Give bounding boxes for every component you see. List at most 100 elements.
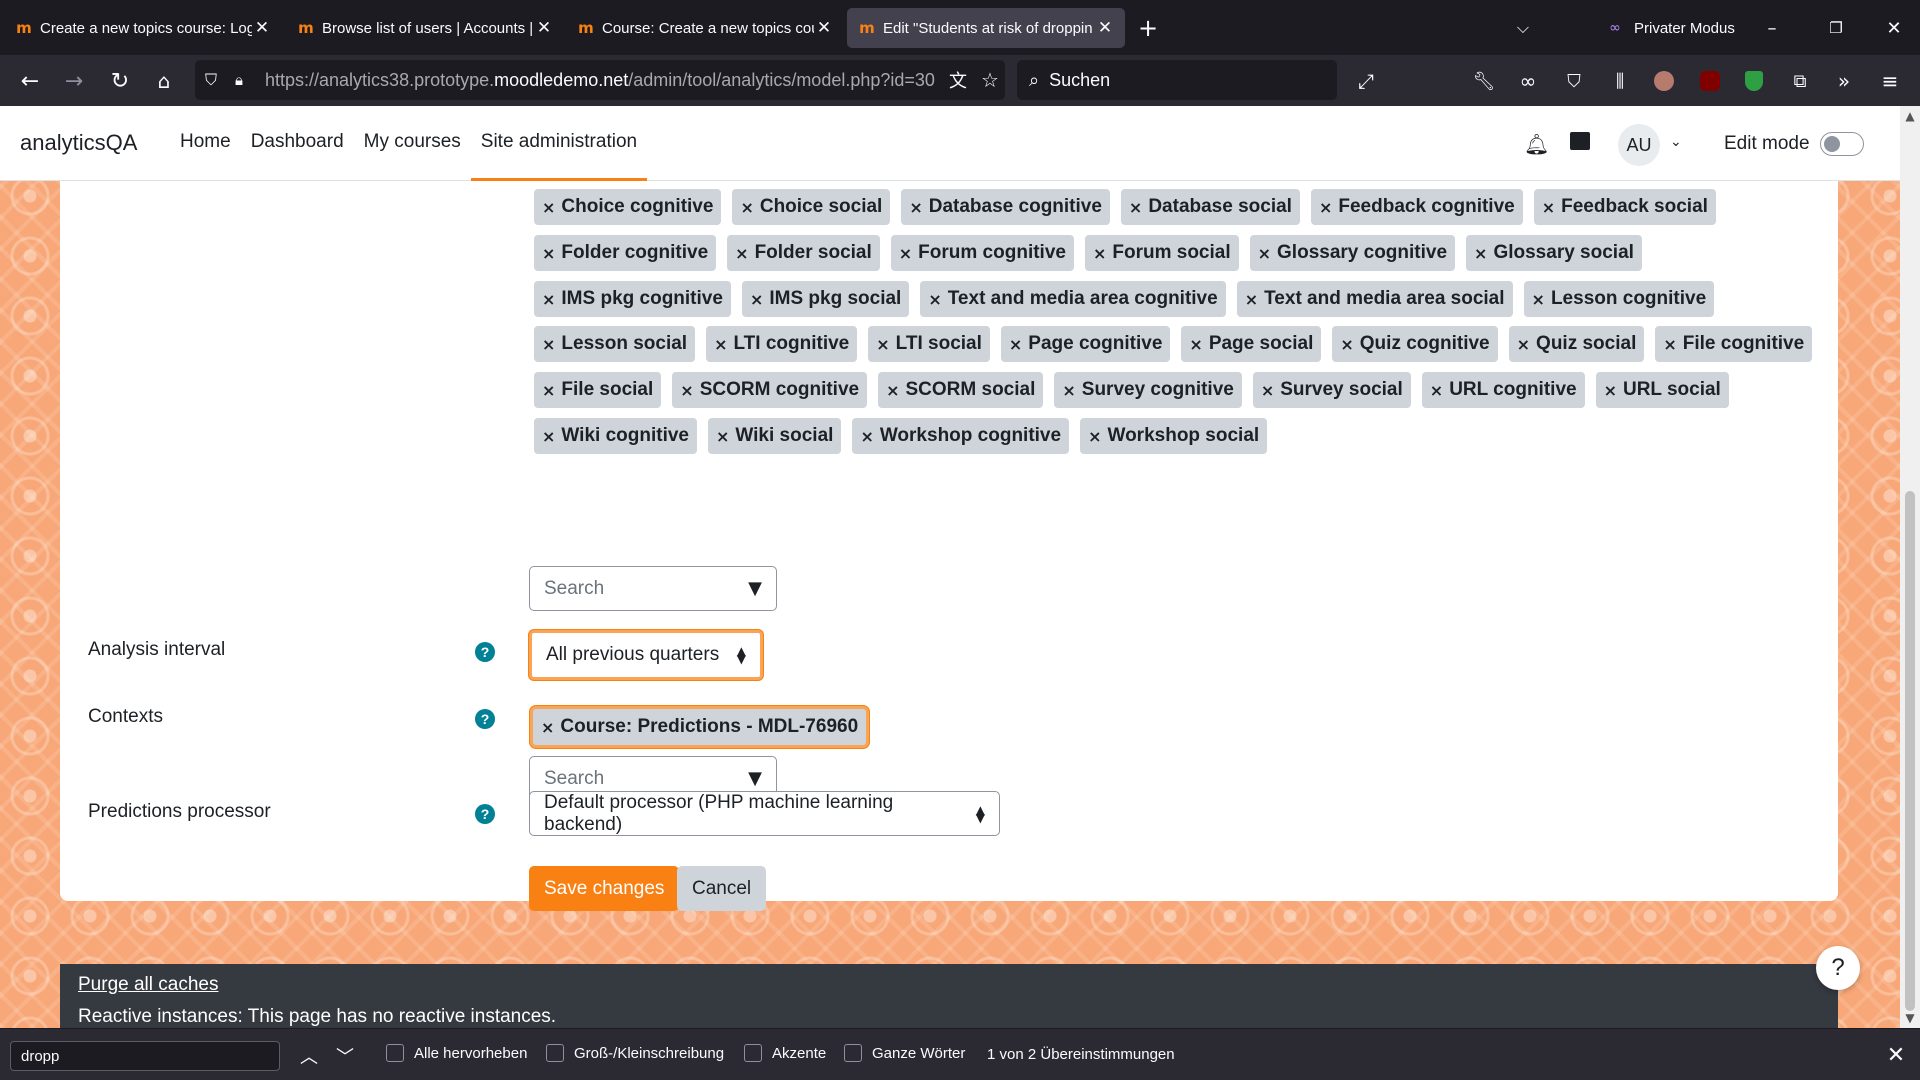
indicator-chip[interactable]: × LTI social xyxy=(868,326,990,362)
indicator-chip[interactable]: × IMS pkg social xyxy=(741,281,910,317)
remove-chip-icon[interactable]: × xyxy=(1189,335,1202,354)
remove-chip-icon[interactable]: × xyxy=(542,244,555,263)
indicator-chip[interactable]: × Folder cognitive xyxy=(534,235,717,271)
indicator-chip[interactable]: × Choice cognitive xyxy=(534,189,722,225)
browser-tab-3-active[interactable]: m Edit "Students at risk of droppin ✕ xyxy=(847,8,1125,48)
remove-chip-icon[interactable]: × xyxy=(1258,244,1271,263)
remove-chip-icon[interactable]: × xyxy=(541,718,554,737)
remove-chip-icon[interactable]: × xyxy=(860,427,873,446)
remove-chip-icon[interactable]: × xyxy=(542,198,555,217)
nav-home[interactable]: Home xyxy=(170,106,241,181)
indicator-chip[interactable]: × Quiz cognitive xyxy=(1332,326,1498,362)
remove-chip-icon[interactable]: × xyxy=(542,335,555,354)
find-next-icon[interactable]: ﹀ xyxy=(330,1041,360,1071)
analysis-interval-select[interactable]: All previous quarters ▲ ▼ xyxy=(529,630,763,680)
indicator-chip[interactable]: × Feedback cognitive xyxy=(1310,189,1523,225)
indicator-chip[interactable]: × Survey cognitive xyxy=(1054,372,1242,408)
indicator-chip[interactable]: × LTI cognitive xyxy=(706,326,858,362)
profile-avatar-icon[interactable] xyxy=(1648,65,1680,97)
predictions-processor-select[interactable]: Default processor (PHP machine learning … xyxy=(529,791,1000,836)
indicator-chip[interactable]: × Lesson cognitive xyxy=(1523,281,1715,317)
remove-chip-icon[interactable]: × xyxy=(1129,198,1142,217)
nav-my-courses[interactable]: My courses xyxy=(354,106,471,181)
remove-chip-icon[interactable]: × xyxy=(1088,427,1101,446)
remove-chip-icon[interactable]: × xyxy=(876,335,889,354)
remove-chip-icon[interactable]: × xyxy=(1261,381,1274,400)
indicator-chip[interactable]: × Wiki social xyxy=(707,418,842,454)
help-icon[interactable]: ? xyxy=(475,709,495,729)
remove-chip-icon[interactable]: × xyxy=(899,244,912,263)
reload-icon[interactable]: ↻ xyxy=(104,65,136,97)
shield-check-icon[interactable] xyxy=(1738,65,1770,97)
messages-chat-icon[interactable] xyxy=(1570,132,1590,150)
library-icon[interactable]: ⫼ xyxy=(1604,65,1636,97)
notifications-bell-icon[interactable]: 🔔︎ xyxy=(1524,132,1549,156)
menu-hamburger-icon[interactable]: ≡ xyxy=(1874,65,1906,97)
remove-chip-icon[interactable]: × xyxy=(1093,244,1106,263)
browser-tab-2[interactable]: m Course: Create a new topics cou ✕ xyxy=(566,8,844,48)
scroll-up-arrow-icon[interactable]: ▲ xyxy=(1900,106,1920,126)
nav-site-administration[interactable]: Site administration xyxy=(470,106,648,181)
match-diacritics-option[interactable]: Akzente xyxy=(744,1044,826,1062)
url-bar[interactable]: ⛉ 🔒︎ https://analytics38.prototype.moodl… xyxy=(195,60,1005,100)
indicator-chip[interactable]: × IMS pkg cognitive xyxy=(534,281,731,317)
back-arrow-icon[interactable]: ← xyxy=(14,65,46,97)
tracking-shield-icon[interactable]: ⛉ xyxy=(205,70,223,90)
checkbox[interactable] xyxy=(386,1044,404,1062)
indicator-chip[interactable]: × Text and media area social xyxy=(1236,281,1513,317)
search-bar[interactable]: ⌕ Suchen xyxy=(1017,60,1337,100)
remove-chip-icon[interactable]: × xyxy=(714,335,727,354)
remove-chip-icon[interactable]: × xyxy=(1532,290,1545,309)
purge-all-caches-link[interactable]: Purge all caches xyxy=(78,974,218,996)
remove-chip-icon[interactable]: × xyxy=(542,381,555,400)
indicator-chip[interactable]: × Workshop cognitive xyxy=(852,418,1070,454)
browser-tab-1[interactable]: m Browse list of users | Accounts | ✕ xyxy=(286,8,564,48)
remove-chip-icon[interactable]: × xyxy=(750,290,763,309)
remove-chip-icon[interactable]: × xyxy=(1517,335,1530,354)
indicator-chip[interactable]: × Forum cognitive xyxy=(890,235,1074,271)
indicator-chip[interactable]: × File social xyxy=(534,372,662,408)
remove-chip-icon[interactable]: × xyxy=(1340,335,1353,354)
highlight-all-option[interactable]: Alle hervorheben xyxy=(386,1044,527,1062)
tab-list-chevron-icon[interactable]: ⌵ xyxy=(1508,14,1538,42)
indicator-chip[interactable]: × SCORM social xyxy=(878,372,1044,408)
remove-chip-icon[interactable]: × xyxy=(740,198,753,217)
dropdown-triangle-icon[interactable]: ▼ xyxy=(748,768,762,789)
indicator-chip[interactable]: × Forum social xyxy=(1084,235,1239,271)
browser-tab-0[interactable]: m Create a new topics course: Log ✕ xyxy=(4,8,282,48)
remove-chip-icon[interactable]: × xyxy=(886,381,899,400)
remove-chip-icon[interactable]: × xyxy=(1062,381,1075,400)
user-menu-chevron-icon[interactable]: ⌄ xyxy=(1670,134,1682,150)
checkbox[interactable] xyxy=(744,1044,762,1062)
indicator-chip[interactable]: × Choice social xyxy=(732,189,891,225)
remove-chip-icon[interactable]: × xyxy=(680,381,693,400)
remove-chip-icon[interactable]: × xyxy=(928,290,941,309)
user-avatar[interactable]: AU xyxy=(1618,124,1660,166)
pocket-icon[interactable]: ⛉ xyxy=(1558,65,1590,97)
tab-close-icon[interactable]: ✕ xyxy=(1095,18,1115,38)
overflow-chevron-icon[interactable]: » xyxy=(1828,65,1860,97)
extensions-puzzle-icon[interactable]: ⧉ xyxy=(1784,65,1816,97)
tab-close-icon[interactable]: ✕ xyxy=(252,18,272,38)
remove-chip-icon[interactable]: × xyxy=(1604,381,1617,400)
remove-chip-icon[interactable]: × xyxy=(716,427,729,446)
tab-close-icon[interactable]: ✕ xyxy=(814,18,834,38)
indicator-chip[interactable]: × Text and media area cognitive xyxy=(920,281,1226,317)
find-input[interactable]: dropp xyxy=(10,1041,280,1071)
minimize-window-icon[interactable]: – xyxy=(1756,12,1788,44)
dropdown-triangle-icon[interactable]: ▼ xyxy=(748,578,762,599)
indicator-chip[interactable]: × Wiki cognitive xyxy=(534,418,697,454)
indicator-chip[interactable]: × Glossary social xyxy=(1466,235,1642,271)
checkbox[interactable] xyxy=(546,1044,564,1062)
new-tab-icon[interactable]: + xyxy=(1130,12,1166,44)
indicator-chip[interactable]: × Folder social xyxy=(727,235,880,271)
checkbox[interactable] xyxy=(844,1044,862,1062)
remove-chip-icon[interactable]: × xyxy=(1474,244,1487,263)
nav-dashboard[interactable]: Dashboard xyxy=(241,106,354,181)
match-case-option[interactable]: Groß-/Kleinschreibung xyxy=(546,1044,724,1062)
tab-close-icon[interactable]: ✕ xyxy=(534,18,554,38)
edit-mode-toggle[interactable] xyxy=(1820,132,1864,156)
save-changes-button[interactable]: Save changes xyxy=(529,866,680,911)
restore-window-icon[interactable]: ❐ xyxy=(1820,12,1852,44)
indicator-chip[interactable]: × Glossary cognitive xyxy=(1249,235,1456,271)
